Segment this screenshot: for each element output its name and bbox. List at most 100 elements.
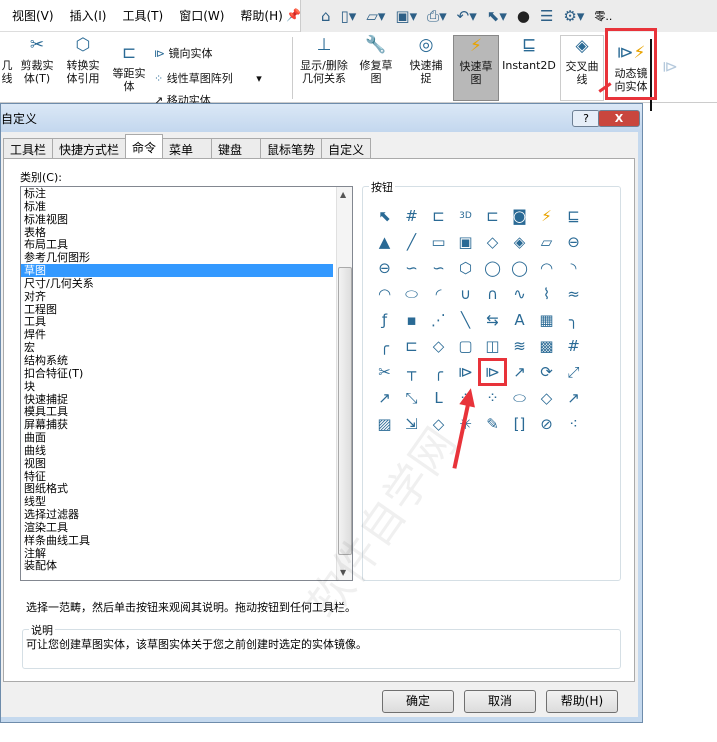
sketch-picture-icon[interactable]: ▨ [371, 411, 398, 437]
tab-commands[interactable]: 命令 [125, 134, 164, 158]
tab-mouse-gestures[interactable]: 鼠标笔势 [260, 138, 323, 158]
menu-insert[interactable]: 插入(I) [70, 7, 107, 24]
menu-tools[interactable]: 工具(T) [122, 7, 163, 24]
category-item[interactable]: 表格 [21, 226, 352, 239]
line-icon[interactable]: ╱ [398, 229, 425, 255]
tab-toolbars[interactable]: 工具栏 [3, 138, 54, 158]
new-icon[interactable]: ▯▾ [341, 7, 357, 25]
close-button[interactable]: X [598, 110, 640, 127]
category-item[interactable]: 标准 [21, 200, 352, 213]
3pt-arc-slot-icon[interactable]: ∽ [398, 255, 425, 281]
menu-help[interactable]: 帮助(H) [240, 7, 282, 24]
centerpoint-arc-icon[interactable]: ◠ [533, 255, 560, 281]
category-item[interactable]: 结构系统 [21, 354, 352, 367]
save-icon[interactable]: ▣▾ [395, 7, 417, 25]
stretch-icon[interactable]: ⤡ [398, 385, 425, 411]
mesh-icon[interactable]: ▩ [533, 333, 560, 359]
grid-icon[interactable]: # [398, 203, 425, 229]
straight-slot-icon[interactable]: ⊖ [560, 229, 587, 255]
instant2d-button[interactable]: ⊑ Instant2D [502, 37, 556, 73]
midpoint-line-icon[interactable]: ╲ [452, 307, 479, 333]
intersection-curve-icon[interactable]: ≋ [506, 333, 533, 359]
ellipse-icon[interactable]: ⬭ [398, 281, 425, 307]
corner-rectangle-icon[interactable]: ▭ [425, 229, 452, 255]
category-item[interactable]: 屏幕捕获 [21, 418, 352, 431]
spline-icon[interactable]: ∿ [506, 281, 533, 307]
center-rectangle-icon[interactable]: ▣ [452, 229, 479, 255]
menu-window[interactable]: 窗口(W) [179, 7, 224, 24]
print-icon[interactable]: ⎙▾ [427, 7, 447, 25]
category-item[interactable]: 曲线 [21, 444, 352, 457]
cancel-button[interactable]: 取消 [464, 690, 536, 713]
gear-icon[interactable]: ⚙▾ [563, 7, 584, 25]
parabola-icon[interactable]: ∪ [452, 281, 479, 307]
sketch-pen-icon[interactable]: ✎ [479, 411, 506, 437]
rapid-sketch-icon[interactable]: ⚡ [533, 203, 560, 229]
scroll-down-icon[interactable]: ▼ [340, 568, 346, 577]
centerpoint-slot-icon[interactable]: ⊖ [371, 255, 398, 281]
section-icon[interactable]: ◙ [506, 203, 533, 229]
extend-icon[interactable]: ┬ [398, 359, 425, 385]
copy-icon[interactable]: ↗ [371, 385, 398, 411]
category-item[interactable]: 曲面 [21, 431, 352, 444]
category-item[interactable]: 尺寸/几何关系 [21, 277, 352, 290]
ribbon-partial-button[interactable]: 几 线 [0, 59, 14, 85]
category-item[interactable]: 工具 [21, 315, 352, 329]
mirror-line-icon[interactable]: ⇆ [479, 307, 506, 333]
jog-line-icon[interactable]: L [425, 385, 452, 411]
tab-customization[interactable]: 自定义 [321, 138, 372, 158]
rapid-sketch-button[interactable]: ⚡ 快速草 图 [453, 35, 499, 101]
dropdown-arrow-icon[interactable]: ▾ [256, 72, 262, 85]
perimeter-circle-icon[interactable]: ◯ [506, 255, 533, 281]
mirror-entities-button[interactable]: ⧐ 镜向实体 [154, 41, 262, 66]
face-curve-icon[interactable]: ≈ [560, 281, 587, 307]
scale-icon[interactable]: ⤢ [560, 359, 587, 385]
belt-chain-icon[interactable]: ⊘ [533, 411, 560, 437]
circle-icon[interactable]: ◯ [479, 255, 506, 281]
pin-icon[interactable]: 📌 [286, 8, 301, 22]
category-item[interactable]: 宏 [21, 341, 352, 354]
menu-view[interactable]: 视图(V) [12, 7, 54, 24]
repair-sketch-button[interactable]: 🔧 修复草 图 [356, 37, 396, 86]
mirror-entities-icon[interactable]: ⧐ [452, 359, 479, 385]
category-item[interactable]: 线型 [21, 495, 352, 508]
surface-offset-icon[interactable]: ◇ [425, 333, 452, 359]
category-item[interactable]: 注解 [21, 547, 352, 560]
tangent-arc-icon[interactable]: ◝ [560, 255, 587, 281]
convert-entities-button[interactable]: ⬡ 转换实 体引用 [60, 37, 106, 86]
rebuild-icon[interactable]: ● [517, 7, 530, 25]
category-item[interactable]: 扣合特征(T) [21, 367, 352, 380]
dynamic-mirror-icon[interactable]: ⧐ [478, 358, 507, 386]
polygon-icon[interactable]: ⬡ [452, 255, 479, 281]
category-item[interactable]: 参考几何图形 [21, 251, 352, 264]
point-icon[interactable]: ▪ [398, 307, 425, 333]
help-title-button[interactable]: ? [572, 110, 600, 127]
category-item[interactable]: 工程图 [21, 303, 352, 316]
intersection-curve-button[interactable]: ◈ 交叉曲 线 [560, 35, 604, 101]
sketch-block-icon[interactable]: ◇ [425, 411, 452, 437]
3pt-center-rectangle-icon[interactable]: ◈ [506, 229, 533, 255]
3d-sketch-on-plane-icon[interactable]: ⊏ [479, 203, 506, 229]
ok-button[interactable]: 确定 [382, 690, 454, 713]
parallelogram-icon[interactable]: ▱ [533, 229, 560, 255]
partial-ellipse-icon[interactable]: ◜ [425, 281, 452, 307]
scrollbar[interactable]: ▲ ▼ [336, 187, 352, 580]
quick-snaps-button[interactable]: ◎ 快速捕 捉 [404, 37, 448, 86]
select-icon[interactable]: ⬉▾ [487, 7, 507, 25]
category-item[interactable]: 焊件 [21, 328, 352, 341]
centerpoint-arc-slot-icon[interactable]: ∽ [425, 255, 452, 281]
category-item[interactable]: 模具工具 [21, 405, 352, 418]
search-label[interactable]: 零.. [594, 8, 612, 24]
sketch-icon[interactable]: ⊏ [425, 203, 452, 229]
segment-icon[interactable]: # [560, 333, 587, 359]
scrollbar-thumb[interactable] [338, 267, 352, 555]
convert-icon[interactable]: ▢ [452, 333, 479, 359]
fit-spline-icon[interactable]: [] [506, 411, 533, 437]
silhouette-icon[interactable]: ◫ [479, 333, 506, 359]
select-icon[interactable]: ⬉ [371, 203, 398, 229]
display-delete-relations-button[interactable]: ⊥ 显示/删除 几何关系 [296, 37, 352, 86]
category-item[interactable]: 快速捕捉 [21, 393, 352, 406]
category-item[interactable]: 渲染工具 [21, 521, 352, 534]
category-item[interactable]: 对齐 [21, 290, 352, 303]
open-icon[interactable]: ▱▾ [366, 7, 385, 25]
